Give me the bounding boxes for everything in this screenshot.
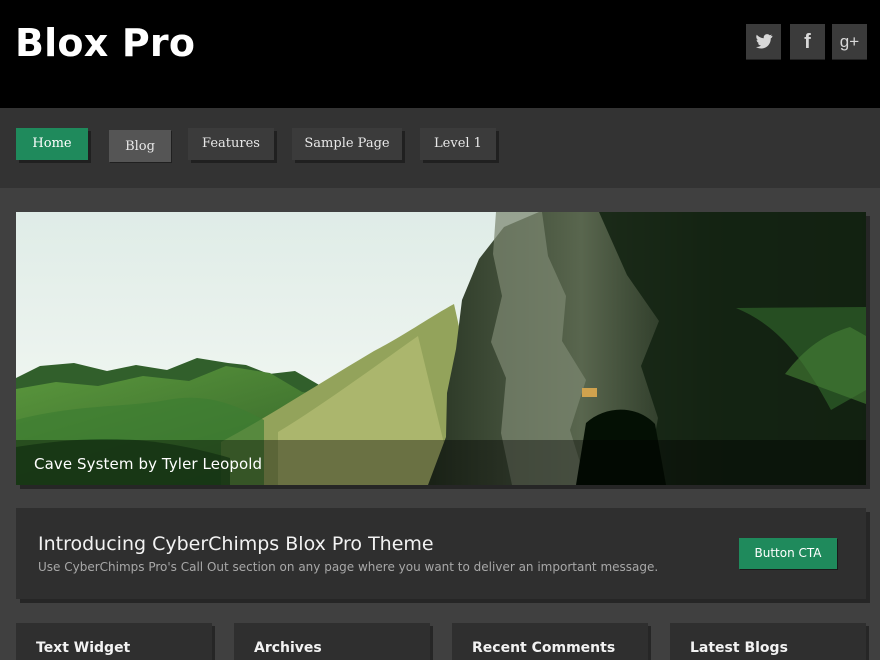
hero-caption: Cave System by Tyler Leopold bbox=[34, 455, 263, 473]
callout-text: Use CyberChimps Pro's Call Out section o… bbox=[38, 560, 659, 574]
widget-title: Text Widget bbox=[36, 640, 131, 656]
page: Blox Pro f g+ Home Blog Features Sample … bbox=[0, 0, 880, 660]
nav-item-blog[interactable]: Blog bbox=[109, 130, 171, 162]
widget-title: Recent Comments bbox=[472, 640, 616, 656]
callout-cta-button[interactable]: Button CTA bbox=[739, 538, 837, 569]
nav-item-sample-page[interactable]: Sample Page bbox=[292, 128, 402, 160]
recent-comments-widget: Recent Comments bbox=[452, 623, 648, 660]
text-widget: Text Widget bbox=[16, 623, 212, 660]
google-plus-icon[interactable]: g+ bbox=[832, 24, 867, 59]
latest-blogs-widget: Latest Blogs bbox=[670, 623, 866, 660]
google-plus-icon-glyph: g+ bbox=[839, 32, 860, 51]
nav-item-level-1[interactable]: Level 1 bbox=[420, 128, 496, 160]
callout-title: Introducing CyberChimps Blox Pro Theme bbox=[38, 533, 434, 555]
callout-section: Introducing CyberChimps Blox Pro Theme U… bbox=[16, 508, 866, 599]
hero-slider[interactable]: Cave System by Tyler Leopold bbox=[16, 212, 866, 485]
widget-title: Latest Blogs bbox=[690, 640, 788, 656]
facebook-icon-glyph: f bbox=[804, 30, 811, 53]
twitter-icon[interactable] bbox=[746, 24, 781, 59]
twitter-icon bbox=[755, 34, 772, 49]
archives-widget: Archives bbox=[234, 623, 430, 660]
nav-item-features[interactable]: Features bbox=[188, 128, 274, 160]
site-title[interactable]: Blox Pro bbox=[15, 21, 195, 65]
widget-title: Archives bbox=[254, 640, 322, 656]
site-header: Blox Pro f g+ bbox=[0, 0, 880, 108]
facebook-icon[interactable]: f bbox=[790, 24, 825, 59]
nav-item-home[interactable]: Home bbox=[16, 128, 88, 160]
